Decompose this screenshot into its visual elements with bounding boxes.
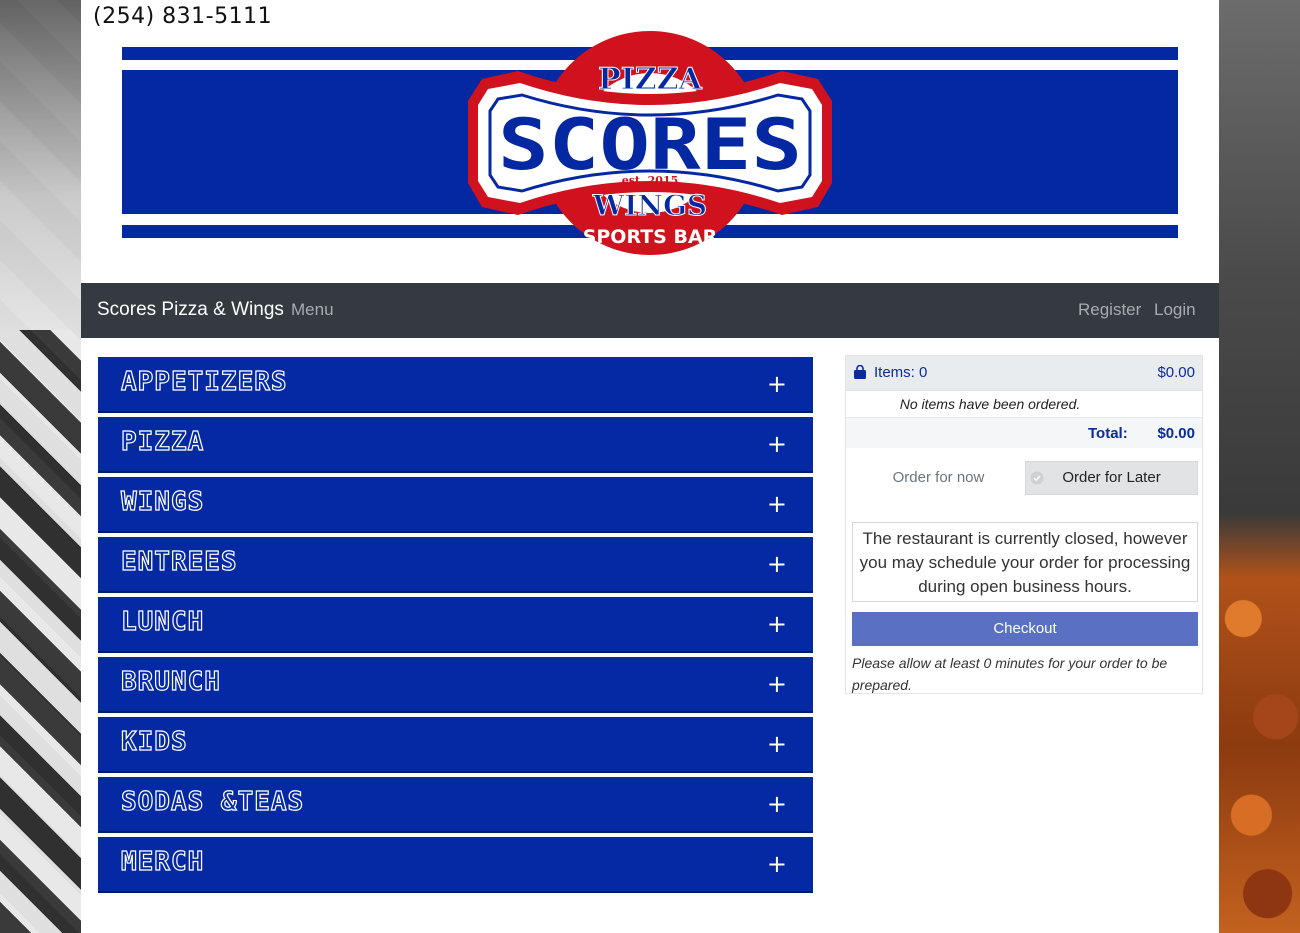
- expand-plus-icon[interactable]: +: [767, 610, 787, 638]
- expand-plus-icon[interactable]: +: [767, 550, 787, 578]
- category-label: SODAS &TEAS: [120, 786, 305, 817]
- restaurant-closed-notice: The restaurant is currently closed, howe…: [852, 522, 1198, 602]
- logo-pizza-text: PIZZA: [598, 62, 702, 97]
- nav-link-menu[interactable]: Menu: [291, 300, 334, 320]
- cart-total-row: Total: $0.00: [846, 417, 1202, 448]
- expand-plus-icon[interactable]: +: [767, 790, 787, 818]
- category-pizza[interactable]: PIZZA +: [98, 417, 813, 473]
- phone-number[interactable]: (254) 831-5111: [93, 4, 272, 29]
- navbar-brand[interactable]: Scores Pizza & Wings: [97, 299, 284, 321]
- scores-logo[interactable]: PIZZA SCORES est. 2015 WINGS SPORTS BAR: [468, 31, 832, 255]
- nav-link-register[interactable]: Register: [1078, 300, 1141, 320]
- checkout-button[interactable]: Checkout: [852, 612, 1198, 646]
- logo-est-text: est. 2015: [622, 174, 679, 187]
- cart-total-value: $0.00: [1157, 425, 1195, 442]
- header-banner: PIZZA SCORES est. 2015 WINGS SPORTS BAR: [122, 31, 1178, 256]
- expand-plus-icon[interactable]: +: [767, 370, 787, 398]
- background-photo-left: [0, 0, 81, 933]
- expand-plus-icon[interactable]: +: [767, 430, 787, 458]
- category-appetizers[interactable]: APPETIZERS +: [98, 357, 813, 413]
- cart-header: Items: 0 $0.00: [846, 356, 1202, 391]
- category-label: MERCH: [120, 846, 205, 877]
- expand-plus-icon[interactable]: +: [767, 490, 787, 518]
- category-label: APPETIZERS: [120, 366, 288, 397]
- category-lunch[interactable]: LUNCH +: [98, 597, 813, 653]
- order-for-now-option[interactable]: Order for now: [852, 461, 1025, 495]
- order-for-later-option[interactable]: Order for Later: [1025, 461, 1198, 495]
- top-navbar: Scores Pizza & Wings Menu Register Login: [81, 283, 1219, 338]
- category-brunch[interactable]: BRUNCH +: [98, 657, 813, 713]
- category-wings[interactable]: WINGS +: [98, 477, 813, 533]
- expand-plus-icon[interactable]: +: [767, 850, 787, 878]
- category-label: LUNCH: [120, 606, 205, 637]
- category-label: BRUNCH: [120, 666, 221, 697]
- background-photo-right: [1219, 0, 1300, 933]
- logo-sports-bar-text: SPORTS BAR: [583, 226, 718, 248]
- menu-category-list: APPETIZERS + PIZZA + WINGS + ENTREES + L…: [98, 357, 813, 897]
- logo-wings-text: WINGS: [592, 189, 707, 222]
- category-entrees[interactable]: ENTREES +: [98, 537, 813, 593]
- category-label: WINGS: [120, 486, 205, 517]
- check-circle-icon: [1030, 471, 1044, 485]
- page-container: (254) 831-5111 PIZZA SCORES est. 2015 WI…: [81, 0, 1219, 933]
- order-later-label: Order for Later: [1062, 469, 1161, 486]
- category-label: KIDS: [120, 726, 188, 757]
- cart-header-amount: $0.00: [1157, 364, 1195, 381]
- nav-link-login[interactable]: Login: [1154, 300, 1196, 320]
- prep-time-note: Please allow at least 0 minutes for your…: [852, 655, 1168, 693]
- cart-items-count: Items: 0: [874, 364, 928, 381]
- shopping-bag-icon: [854, 365, 866, 379]
- order-cart-panel: Items: 0 $0.00 No items have been ordere…: [845, 355, 1203, 694]
- expand-plus-icon[interactable]: +: [767, 730, 787, 758]
- category-sodas-teas[interactable]: SODAS &TEAS +: [98, 777, 813, 833]
- category-merch[interactable]: MERCH +: [98, 837, 813, 893]
- category-label: PIZZA: [120, 426, 205, 457]
- cart-total-label: Total:: [1088, 425, 1128, 442]
- category-kids[interactable]: KIDS +: [98, 717, 813, 773]
- expand-plus-icon[interactable]: +: [767, 670, 787, 698]
- category-label: ENTREES: [120, 546, 238, 577]
- cart-empty-message: No items have been ordered.: [899, 396, 1081, 412]
